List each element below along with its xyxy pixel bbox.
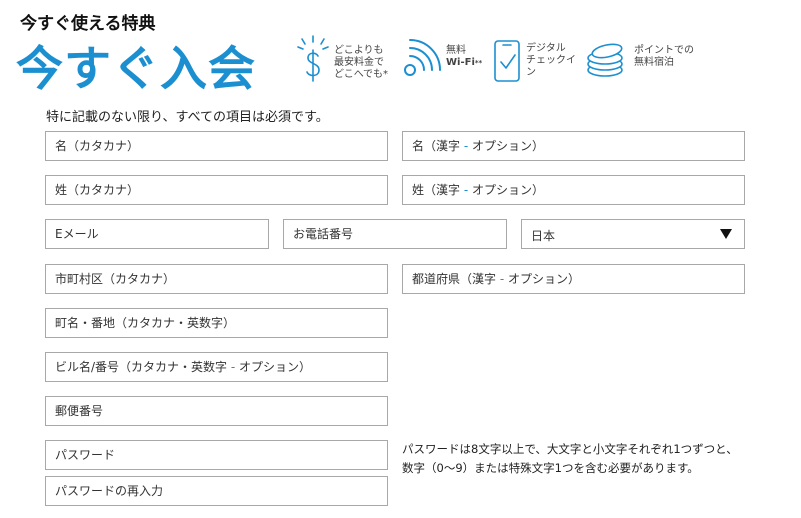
benefit-text-line: 無料宿泊 <box>634 57 674 68</box>
first-name-kana-placeholder: 名（カタカナ） <box>55 139 140 153</box>
country-selected-value: 日本 <box>531 229 556 243</box>
first-name-kanji-placeholder: 名（漢字 - オプション） <box>412 139 545 153</box>
benefit-text-line: 無料 <box>446 45 466 56</box>
password-input[interactable]: パスワード <box>45 440 388 470</box>
coins-icon <box>587 43 623 77</box>
postal-code-placeholder: 郵便番号 <box>55 404 104 418</box>
building-input[interactable]: ビル名/番号（カタカナ・英数字 - オプション） <box>45 352 388 382</box>
city-kana-input[interactable]: 市町村区（カタカナ） <box>45 264 388 294</box>
benefit-text-line: デジタル <box>526 43 566 54</box>
last-name-kana-input[interactable]: 姓（カタカナ） <box>45 175 388 205</box>
first-name-kanji-input[interactable]: 名（漢字 - オプション） <box>402 131 745 161</box>
first-name-kana-input[interactable]: 名（カタカナ） <box>45 131 388 161</box>
benefit-text-line: 最安料金で <box>334 57 384 68</box>
benefit-text-line: チェックイ <box>526 55 576 66</box>
dollar-icon <box>297 35 329 82</box>
benefit-lowest-price: どこよりも 最安料金で どこへでも* <box>296 34 391 86</box>
dropdown-arrow-icon <box>720 229 732 239</box>
benefit-text-line: ポイントでの <box>634 45 694 56</box>
benefit-text-line: どこよりも <box>334 45 384 56</box>
password-confirm-placeholder: パスワードの再入力 <box>55 484 164 498</box>
last-name-kana-placeholder: 姓（カタカナ） <box>55 183 140 197</box>
benefit-free-night: ポイントでの 無料宿泊 <box>584 40 714 80</box>
phone-placeholder: お電話番号 <box>293 227 354 241</box>
street-address-input[interactable]: 町名・番地（カタカナ・英数字） <box>45 308 388 338</box>
benefit-digital-checkin: デジタル チェックイ ン <box>492 38 584 86</box>
country-select[interactable]: 日本 <box>521 219 745 249</box>
phone-input[interactable]: お電話番号 <box>283 219 507 249</box>
prefecture-kanji-input[interactable]: 都道府県（漢字 - オプション） <box>402 264 745 294</box>
password-confirm-input[interactable]: パスワードの再入力 <box>45 476 388 506</box>
page-title: 今すぐ入会 <box>16 42 256 97</box>
password-placeholder: パスワード <box>55 448 116 462</box>
wifi-icon <box>404 39 441 76</box>
building-placeholder: ビル名/番号（カタカナ・英数字 - オプション） <box>55 360 312 374</box>
benefit-free-wifi: 無料 Wi-Fi** <box>402 38 492 82</box>
last-name-kanji-input[interactable]: 姓（漢字 - オプション） <box>402 175 745 205</box>
benefit-text-line: ン <box>526 67 536 78</box>
city-kana-placeholder: 市町村区（カタカナ） <box>55 272 176 286</box>
password-requirements-note: パスワードは8文字以上で、大文字と小文字それぞれ1つずつと、数字（0～9）または… <box>402 442 738 475</box>
benefit-text-line: Wi-Fi <box>446 57 475 68</box>
required-fields-note: 特に記載のない限り、すべての項目は必須です。 <box>46 110 329 125</box>
postal-code-input[interactable]: 郵便番号 <box>45 396 388 426</box>
street-address-placeholder: 町名・番地（カタカナ・英数字） <box>55 316 236 330</box>
mobile-checkin-icon <box>494 40 520 82</box>
footnote-mark: ** <box>474 59 483 67</box>
email-input[interactable]: Eメール <box>45 219 269 249</box>
benefit-text-line: どこへでも* <box>334 69 388 80</box>
last-name-kanji-placeholder: 姓（漢字 - オプション） <box>412 183 545 197</box>
prefecture-kanji-placeholder: 都道府県（漢字 - オプション） <box>412 272 581 286</box>
email-placeholder: Eメール <box>55 227 99 241</box>
